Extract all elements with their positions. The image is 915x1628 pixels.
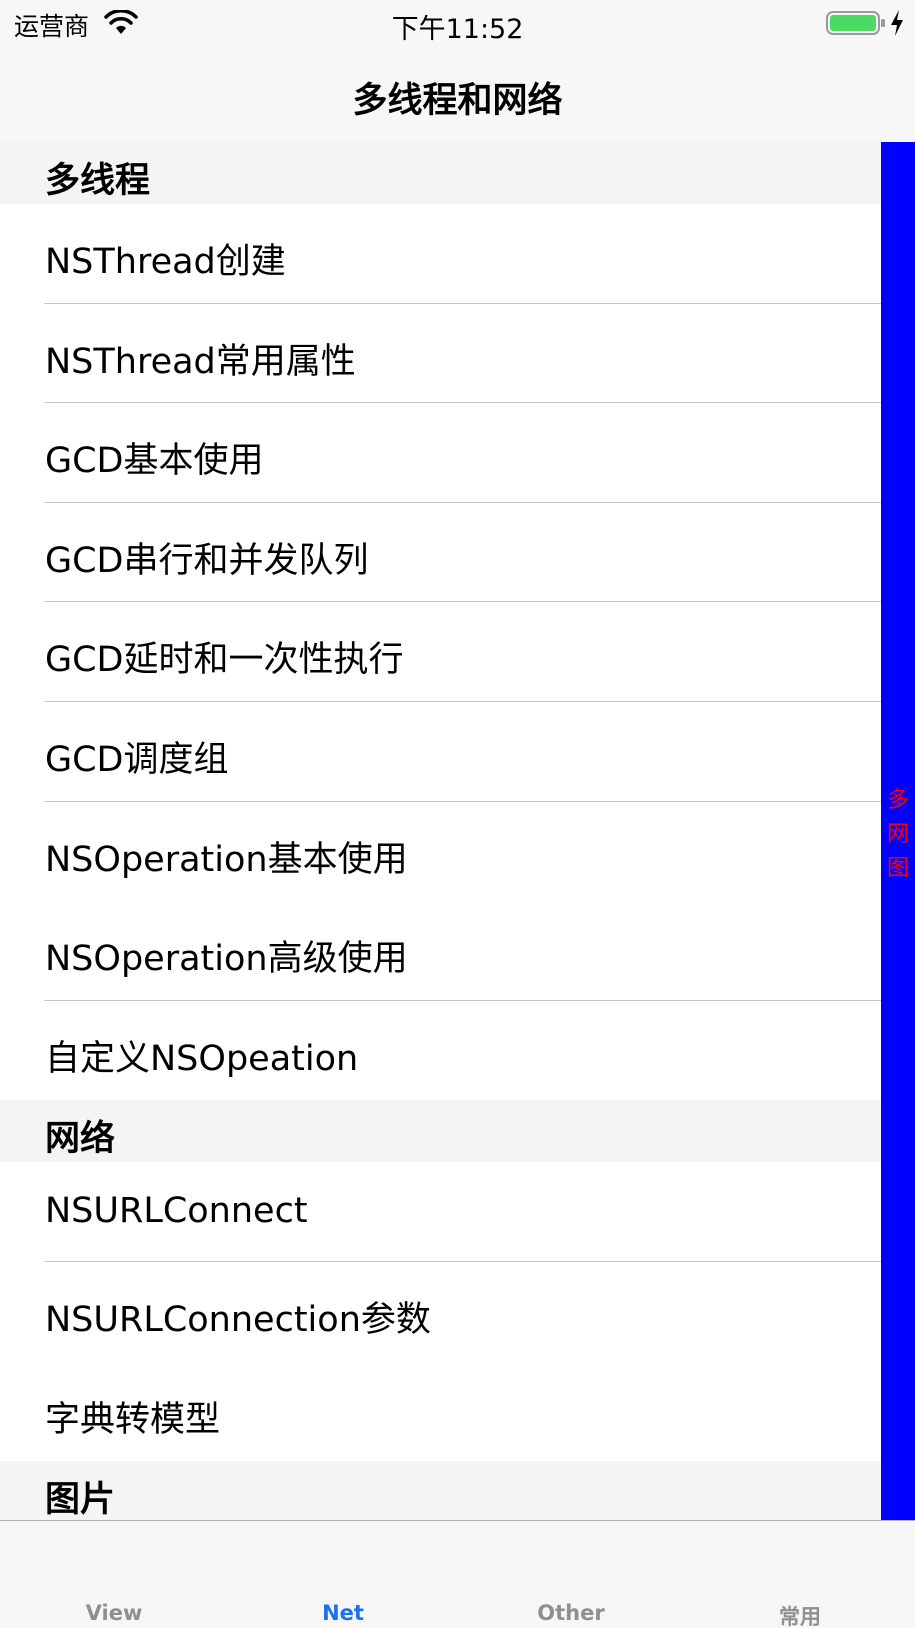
index-item-network[interactable]: 网 [881, 816, 915, 848]
section-header-images: 图片 [0, 1461, 881, 1520]
tab-common[interactable]: 常用 [686, 1601, 914, 1628]
section-header-multithread: 多线程 [0, 142, 881, 204]
section-header-network: 网络 [0, 1100, 881, 1163]
table-row[interactable]: NSThread常用属性 [0, 303, 881, 404]
table-row[interactable]: NSOperation高级使用 [0, 901, 881, 1001]
charging-bolt-icon [891, 10, 903, 36]
table-row[interactable]: GCD延时和一次性执行 [0, 602, 881, 702]
table-row[interactable]: NSURLConnect [0, 1162, 881, 1262]
table-row[interactable]: GCD串行和并发队列 [0, 502, 881, 603]
table-row[interactable]: NSThread创建 [0, 204, 881, 304]
table-view[interactable]: 多线程 NSThread创建 NSThread常用属性 GCD基本使用 GCD串… [0, 142, 881, 1520]
table-row[interactable]: 字典转模型 [0, 1361, 881, 1462]
tab-bar: View Net Other 常用 [0, 1520, 915, 1628]
section-index-bar[interactable]: 多 网 图 [881, 142, 915, 1520]
tab-net[interactable]: Net [229, 1601, 457, 1625]
battery-icon [826, 11, 885, 35]
navigation-bar: 多线程和网络 [0, 46, 915, 142]
clock: 下午11:52 [391, 14, 524, 45]
table-row[interactable]: NSURLConnection参数 [0, 1261, 881, 1362]
table-row[interactable]: NSOperation基本使用 [0, 801, 881, 902]
table-row[interactable]: 自定义NSOpeation [0, 1000, 881, 1101]
index-item-images[interactable]: 图 [881, 850, 915, 882]
page-title: 多线程和网络 [352, 81, 563, 121]
table-row[interactable]: GCD调度组 [0, 701, 881, 802]
tab-other[interactable]: Other [457, 1601, 685, 1625]
tab-view[interactable]: View [0, 1601, 228, 1625]
status-bar: 运营商 下午11:52 [0, 0, 915, 46]
table-row[interactable]: GCD基本使用 [0, 403, 881, 503]
index-item-multithread[interactable]: 多 [881, 782, 915, 814]
